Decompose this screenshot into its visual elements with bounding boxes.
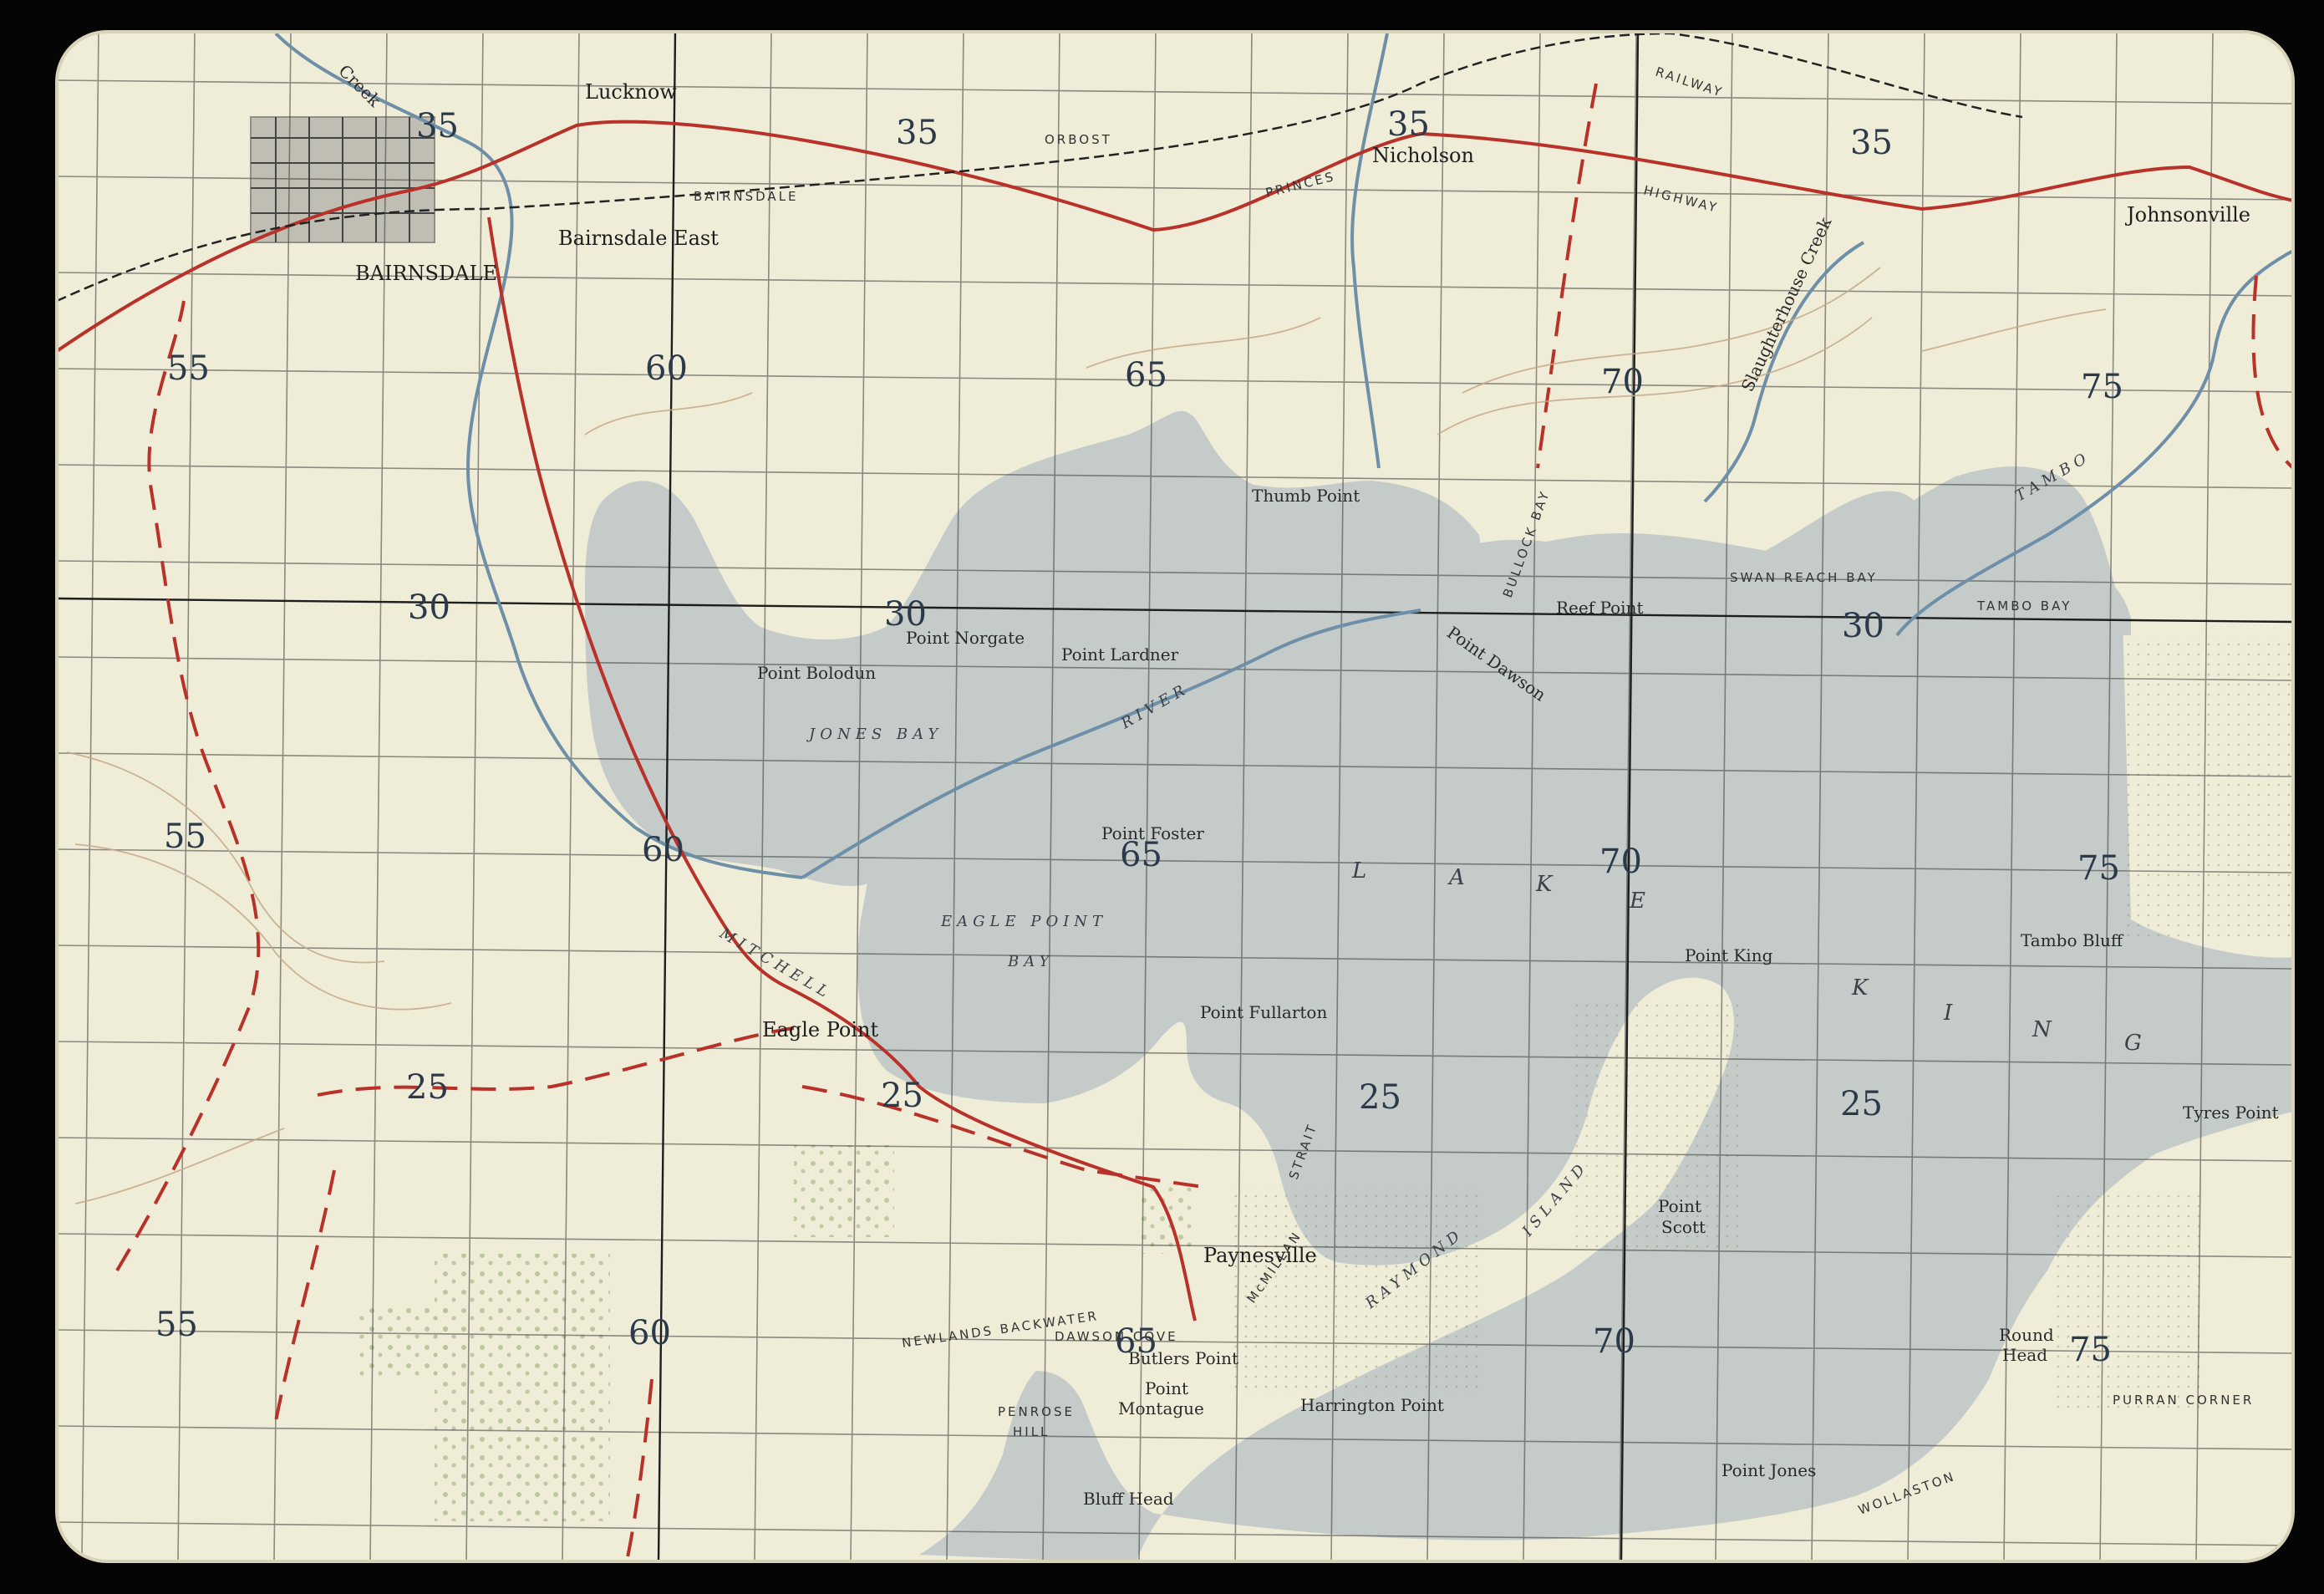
label-thumb-point: Thumb Point [1252,486,1360,506]
label-purran-corner: PURRAN CORNER [2113,1393,2254,1408]
label-tambo-bluff: Tambo Bluff [2021,930,2124,950]
grid-label-75: 75 [2081,368,2123,406]
label-point-scott: Point [1658,1196,1701,1216]
grid-label-70: 70 [1599,843,1642,881]
grid-label-60: 60 [628,1314,671,1352]
town-eagle-point: Eagle Point [762,1018,878,1041]
label-point-bolodun: Point Bolodun [757,663,876,683]
grid-label-30: 30 [884,595,927,634]
grid-label-35: 35 [1387,105,1430,144]
grid-label-55: 55 [164,817,206,856]
label-lake-king-n: N [2032,1017,2053,1042]
grid-label-60: 60 [645,349,688,388]
grid-label-30: 30 [408,588,450,627]
label-eagle-point-bay: BAY [1007,953,1054,970]
grid-label-25: 25 [1840,1085,1883,1123]
label-lake-king-a: A [1447,865,1467,890]
label-lake-king-e: E [1629,889,1647,914]
grid-label-65: 65 [1115,1322,1157,1361]
label-point-king: Point King [1685,945,1773,965]
label-penrose-hill: HILL [1013,1424,1050,1439]
town-bairnsdale-east: Bairnsdale East [558,227,719,250]
vegetation-patch [1137,1187,1195,1254]
grid-label-65: 65 [1125,356,1167,395]
label-lake-king-g: G [2124,1031,2143,1056]
grid-label-25: 25 [881,1077,923,1115]
vegetation-patch [435,1254,610,1521]
grid-label-75: 75 [2077,849,2120,888]
grid-label-55: 55 [167,349,210,388]
label-lake-king-k2: K [1851,975,1869,1001]
town-paynesville: Paynesville [1203,1244,1317,1267]
grid-label-25: 25 [406,1068,449,1107]
town-bairnsdale: BAIRNSDALE [355,262,497,285]
label-tambo-bay: TAMBO BAY [1976,598,2072,614]
vegetation-patch [794,1145,894,1237]
town-lucknow: Lucknow [585,80,677,104]
label-bluff-head: Bluff Head [1083,1489,1174,1509]
label-bairnsdale-road: BAIRNSDALE [694,189,799,204]
grid-label-65: 65 [1120,836,1162,874]
grid-label-35: 35 [416,107,459,145]
map-frame: Lucknow BAIRNSDALE Bairnsdale East Nicho… [0,0,2324,1594]
label-lake-king-i: I [1943,1001,1954,1026]
grid-label-55: 55 [155,1306,198,1344]
label-tyres-point: Tyres Point [2183,1103,2279,1123]
label-lake-king-k: K [1535,872,1554,897]
label-round-head: Head [2002,1345,2047,1365]
label-point-fullarton: Point Fullarton [1200,1002,1327,1022]
label-point-montague: Point [1145,1378,1188,1398]
town-nicholson: Nicholson [1372,144,1474,167]
vegetation-patch [2056,1195,2206,1413]
grid-label-75: 75 [2069,1331,2112,1369]
label-eagle-point-bay: EAGLE POINT [940,913,1107,930]
label-swan-reach-bay: SWAN REACH BAY [1730,570,1878,585]
town-johnsonville: Johnsonville [2124,203,2250,227]
grid-label-35: 35 [1850,124,1893,162]
grid-label-35: 35 [896,114,938,152]
grid-label-25: 25 [1359,1078,1401,1117]
label-orbost: ORBOST [1045,132,1112,147]
label-harrington-point: Harrington Point [1300,1395,1444,1415]
grid-label-70: 70 [1593,1322,1635,1361]
label-point-lardner: Point Lardner [1061,644,1179,665]
label-reef-point: Reef Point [1556,598,1644,618]
grid-label-60: 60 [642,831,684,869]
topographic-map[interactable]: Lucknow BAIRNSDALE Bairnsdale East Nicho… [0,0,2324,1594]
vegetation-patch [1571,1003,1738,1254]
label-jones-bay: JONES BAY [806,726,943,743]
label-point-scott: Scott [1661,1217,1706,1237]
label-penrose-hill: PENROSE [998,1404,1075,1419]
label-round-head: Round [1999,1325,2054,1345]
grid-label-30: 30 [1842,607,1884,645]
label-lake-king-l: L [1351,858,1368,884]
grid-label-70: 70 [1601,363,1644,401]
label-point-jones: Point Jones [1721,1460,1816,1480]
label-point-montague: Montague [1118,1398,1204,1418]
